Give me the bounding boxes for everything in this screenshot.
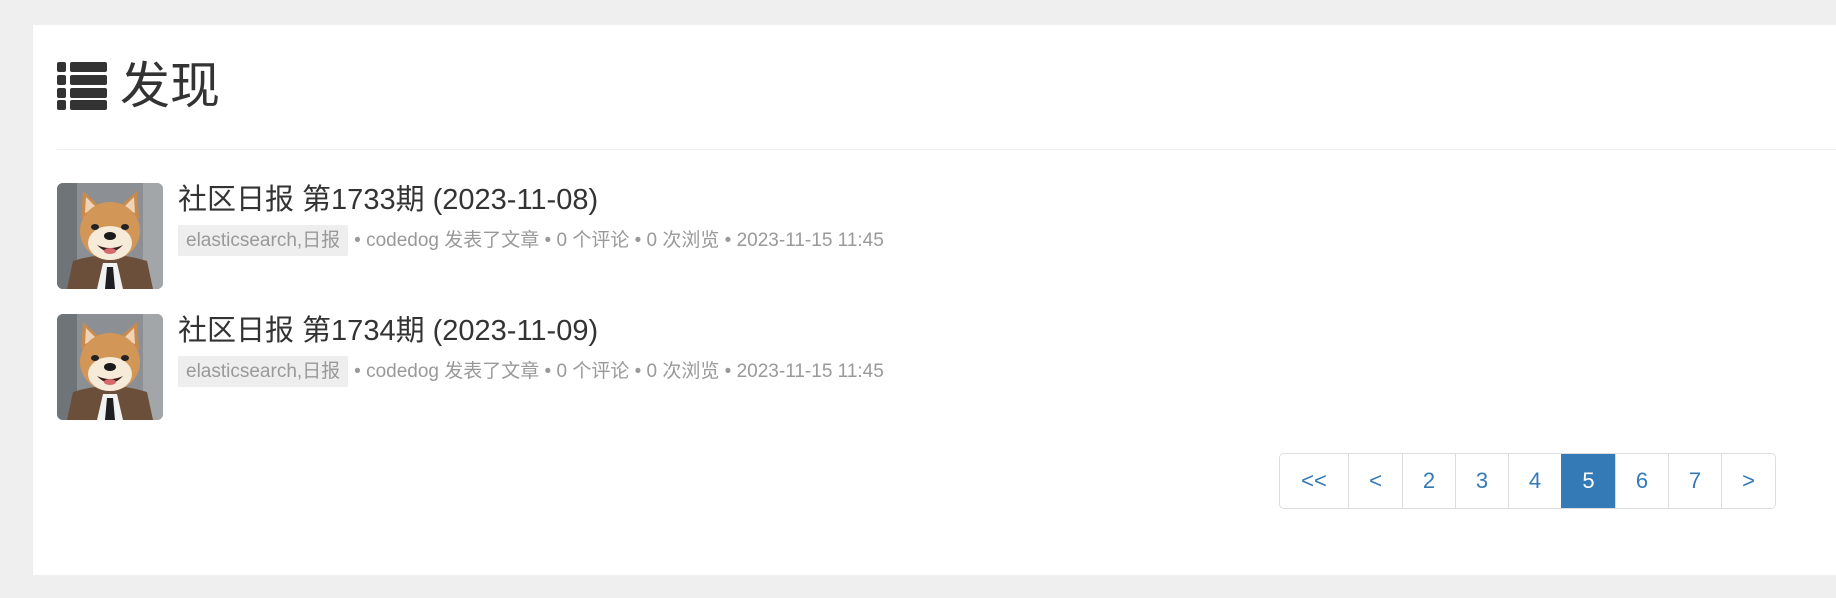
pagination-page-2[interactable]: 2 — [1402, 454, 1455, 508]
article-item: 社区日报 第1733期 (2023-11-08) elasticsearch,日… — [57, 183, 884, 289]
pagination-next-button[interactable]: > — [1721, 454, 1775, 508]
pagination-page-3[interactable]: 3 — [1455, 454, 1508, 508]
article-tag[interactable]: elasticsearch,日报 — [178, 225, 349, 256]
pagination-prev-button[interactable]: < — [1348, 454, 1402, 508]
pagination-page-4[interactable]: 4 — [1508, 454, 1561, 508]
article-title-link[interactable]: 社区日报 第1734期 (2023-11-09) — [178, 314, 884, 348]
article-title-link[interactable]: 社区日报 第1733期 (2023-11-08) — [178, 183, 884, 217]
article-meta-text: • codedog 发表了文章 • 0 个评论 • 0 次浏览 • 2023-1… — [354, 361, 884, 382]
pagination-page-5-current[interactable]: 5 — [1561, 454, 1615, 508]
article-body: 社区日报 第1733期 (2023-11-08) elasticsearch,日… — [178, 183, 884, 256]
main-panel: 发现 社区日报 第1733期 (2023-11-08) elasticsearc… — [33, 25, 1836, 575]
list-icon — [57, 62, 107, 110]
pagination-first-button[interactable]: << — [1280, 454, 1348, 508]
shiba-dog-avatar[interactable] — [57, 183, 163, 289]
article-meta: elasticsearch,日报 • codedog 发表了文章 • 0 个评论… — [178, 356, 884, 387]
header-divider — [57, 149, 1836, 150]
article-body: 社区日报 第1734期 (2023-11-09) elasticsearch,日… — [178, 314, 884, 387]
pagination-page-7[interactable]: 7 — [1668, 454, 1721, 508]
article-tag[interactable]: elasticsearch,日报 — [178, 356, 349, 387]
article-item: 社区日报 第1734期 (2023-11-09) elasticsearch,日… — [57, 314, 884, 420]
pagination-page-6[interactable]: 6 — [1615, 454, 1668, 508]
article-meta: elasticsearch,日报 • codedog 发表了文章 • 0 个评论… — [178, 225, 884, 256]
pagination: << < 2 3 4 5 6 7 > — [1279, 453, 1776, 509]
article-meta-text: • codedog 发表了文章 • 0 个评论 • 0 次浏览 • 2023-1… — [354, 230, 884, 251]
page-title: 发现 — [120, 57, 220, 115]
page-header: 发现 — [57, 57, 220, 115]
shiba-dog-avatar[interactable] — [57, 314, 163, 420]
